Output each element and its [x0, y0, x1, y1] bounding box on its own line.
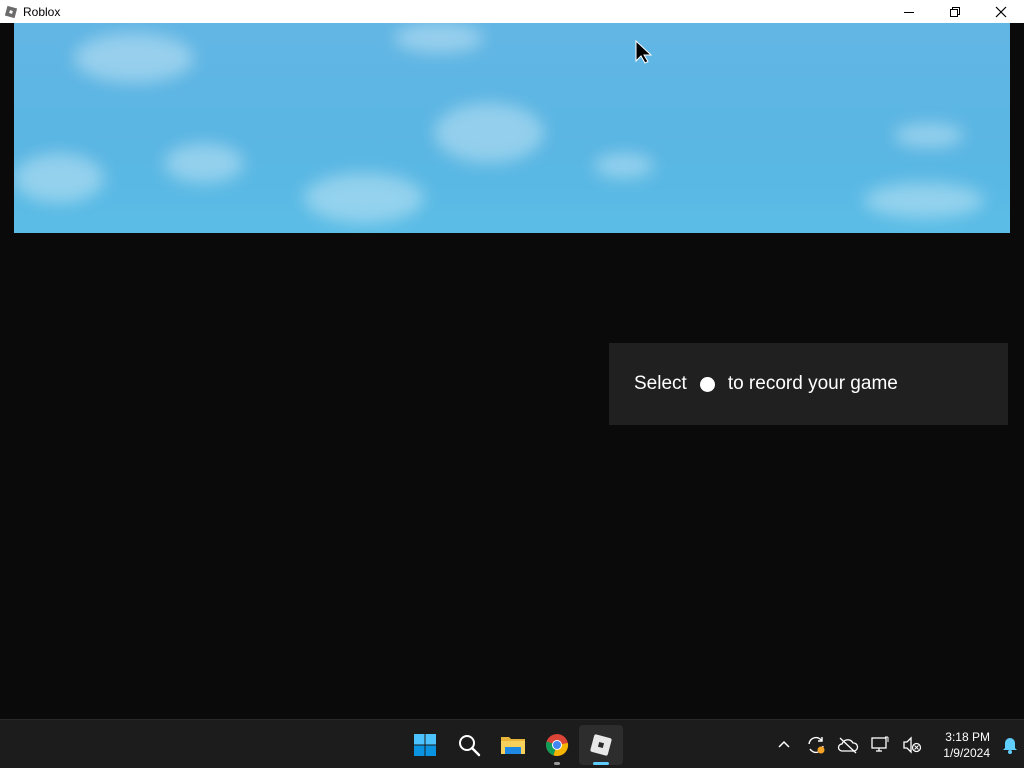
active-indicator [593, 761, 609, 765]
search-icon [459, 734, 481, 756]
notifications-button[interactable] [996, 725, 1024, 765]
screen: Roblox Select to record your game 3:18 P… [0, 0, 1024, 768]
windows-start-icon [414, 733, 436, 756]
network-icon [871, 736, 889, 752]
sync-tray-button[interactable] [800, 725, 832, 765]
volume-tray-button[interactable] [896, 725, 928, 765]
roblox-icon [4, 5, 18, 19]
folder-icon [501, 736, 525, 754]
bell-icon [1003, 737, 1017, 754]
close-icon [995, 6, 1007, 17]
system-tray: 3:18 PM 1/9/2024 [768, 720, 1024, 768]
running-indicator [554, 761, 560, 765]
taskbar-apps [403, 720, 623, 768]
minimize-button[interactable] [886, 0, 932, 23]
toast-suffix: to record your game [727, 373, 898, 394]
start-button[interactable] [403, 725, 447, 765]
search-button[interactable] [447, 725, 491, 765]
close-button[interactable] [978, 0, 1024, 23]
volume-muted-icon [903, 735, 922, 754]
file-explorer-button[interactable] [491, 725, 535, 765]
record-hint-toast: Select to record your game [609, 343, 1008, 425]
clock-date: 1/9/2024 [943, 745, 990, 760]
chrome-icon [546, 733, 569, 756]
game-viewport[interactable]: Select to record your game [0, 23, 1024, 719]
sync-icon [808, 736, 825, 753]
toast-prefix: Select [634, 373, 687, 394]
sky-background [14, 23, 1010, 233]
restore-button[interactable] [932, 0, 978, 23]
taskbar: 3:18 PM 1/9/2024 [0, 719, 1024, 768]
clock-time: 3:18 PM [945, 729, 990, 744]
cloud-off-icon [837, 737, 859, 753]
minimize-icon [904, 11, 914, 13]
chevron-up-icon [778, 740, 790, 748]
window-title: Roblox [23, 4, 61, 19]
restore-icon [950, 6, 960, 17]
show-hidden-icons-button[interactable] [768, 725, 800, 765]
clock[interactable]: 3:18 PM 1/9/2024 [928, 729, 990, 761]
roblox-taskbar-button[interactable] [579, 724, 623, 765]
onedrive-tray-button[interactable] [832, 725, 864, 765]
roblox-icon [590, 733, 612, 756]
network-tray-button[interactable] [864, 725, 896, 765]
title-bar[interactable]: Roblox [0, 0, 1024, 23]
window-controls [886, 0, 1024, 23]
chrome-button[interactable] [535, 725, 579, 765]
mouse-cursor-icon [635, 40, 653, 64]
record-dot-icon [699, 376, 715, 392]
